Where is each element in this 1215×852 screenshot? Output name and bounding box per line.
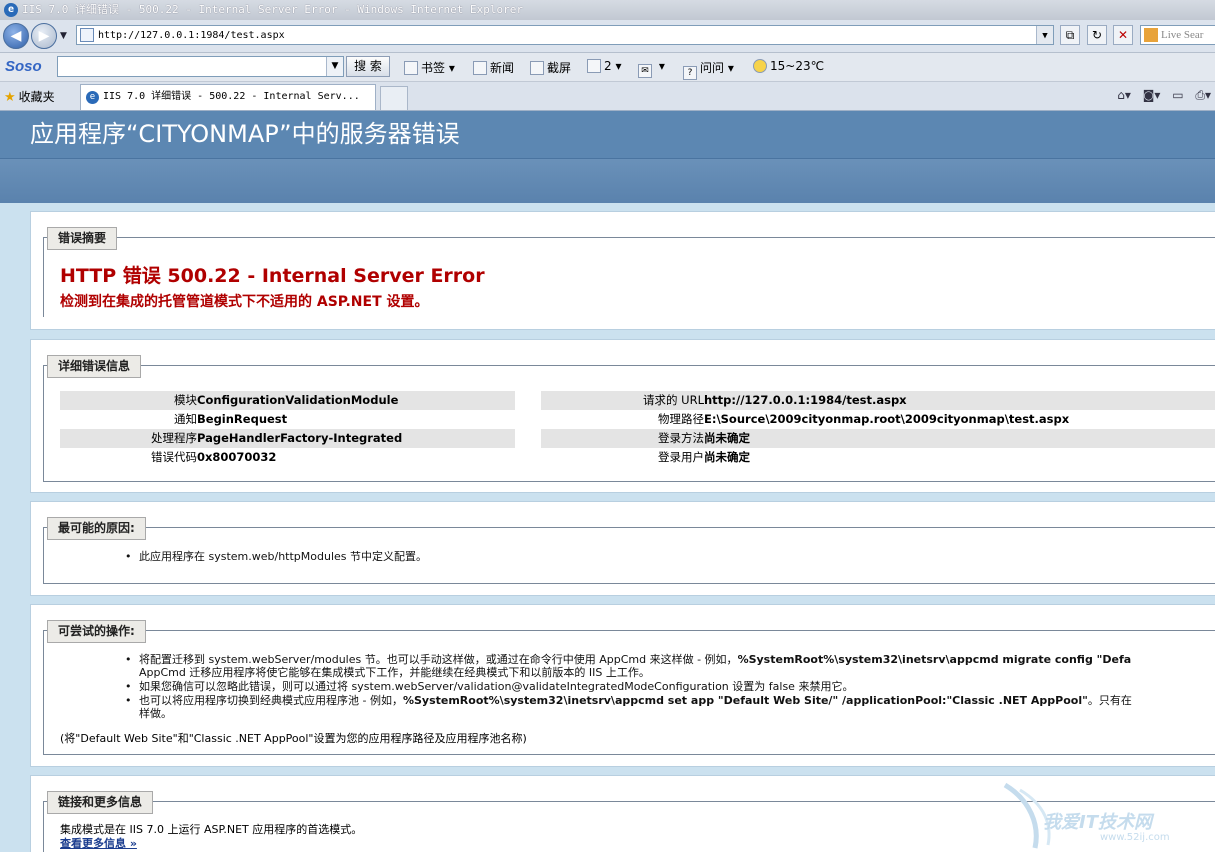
details-legend: 详细错误信息 <box>47 355 142 378</box>
news-icon <box>473 61 487 75</box>
watermark-logo: 我爱IT技术网 www.52ij.com <box>1000 780 1215 852</box>
detail-row: 登录方法尚未确定 <box>541 429 1215 448</box>
list-item: • 如果您确信可以忽略此错误，则可以通过将 system.webServer/va… <box>125 680 854 693</box>
mail-icon: ✉ <box>638 64 652 78</box>
print-icon[interactable]: ⎙▾ <box>1195 88 1211 102</box>
question-button[interactable]: ? 问问 ▾ <box>683 59 734 80</box>
back-button[interactable]: ◀ <box>3 23 29 49</box>
ie-logo-icon: e <box>4 3 18 17</box>
address-toolbar: ◀ ▶ ▼ http://127.0.0.1:1984/test.aspx ▼ … <box>0 20 1215 53</box>
actions-note: (将"Default Web Site"和"Classic .NET AppPo… <box>60 732 527 745</box>
list-item: • 将配置迁移到 system.webServer/modules 节。也可以手动… <box>125 653 1132 679</box>
command-bar: ⌂▾ ◙▾ ▭ ⎙▾ <box>1109 88 1211 103</box>
address-input[interactable]: http://127.0.0.1:1984/test.aspx ▼ <box>76 25 1054 45</box>
actions-legend: 可尝试的操作: <box>47 620 146 643</box>
detail-row: 登录用户尚未确定 <box>658 450 750 464</box>
feeds-icon[interactable]: ◙▾ <box>1143 88 1161 102</box>
history-dropdown-icon[interactable]: ▼ <box>60 31 67 41</box>
detail-row: 模块ConfigurationValidationModule <box>60 391 515 410</box>
bookmark-button[interactable]: 书签 ▾ <box>404 59 455 76</box>
screenshot-button[interactable]: 截屏 <box>530 59 571 76</box>
live-search-input[interactable]: Live Sear <box>1140 25 1215 45</box>
compatibility-icon[interactable]: ⧉ <box>1060 25 1080 45</box>
weibo-icon <box>587 59 601 73</box>
new-tab-button[interactable] <box>380 86 408 110</box>
read-mail-icon[interactable]: ▭ <box>1172 88 1183 102</box>
soso-logo: Soso <box>5 58 42 75</box>
more-info-link[interactable]: 查看更多信息 » <box>60 835 137 851</box>
detail-row: 错误代码0x80070032 <box>151 450 277 464</box>
summary-panel: 错误摘要 HTTP 错误 500.22 - Internal Server Er… <box>30 211 1215 330</box>
question-icon: ? <box>683 66 697 80</box>
home-icon[interactable]: ⌂▾ <box>1117 88 1131 102</box>
causes-panel: 最可能的原因: • 此应用程序在 system.web/httpModules 节… <box>30 501 1215 596</box>
weather-icon <box>753 59 767 73</box>
ie-tab-icon: e <box>86 91 99 104</box>
stop-icon[interactable]: ✕ <box>1113 25 1133 45</box>
detail-row: 通知BeginRequest <box>174 412 288 426</box>
header-band <box>0 158 1215 203</box>
screenshot-icon <box>530 61 544 75</box>
favorites-button[interactable]: ★ 收藏夹 <box>4 88 55 105</box>
soso-toolbar: Soso ▼ 搜 索 书签 ▾ 新闻 截屏 2 ▾ ✉ ▾ ? 问问 ▾ 15~2… <box>0 53 1215 82</box>
list-item: • 此应用程序在 system.web/httpModules 节中定义配置。 <box>125 550 428 563</box>
soso-search-input[interactable]: ▼ <box>57 56 344 77</box>
page-content: 应用程序“CITYONMAP”中的服务器错误 错误摘要 HTTP 错误 500.… <box>0 111 1215 852</box>
watermark-url: www.52ij.com <box>1100 832 1170 843</box>
links-legend: 链接和更多信息 <box>47 791 154 814</box>
summary-legend: 错误摘要 <box>47 227 118 250</box>
page-icon <box>80 28 94 42</box>
details-panel: 详细错误信息 模块ConfigurationValidationModule 通… <box>30 339 1215 493</box>
tab-bar: ★ 收藏夹 e IIS 7.0 详细错误 - 500.22 - Internal S… <box>0 82 1215 111</box>
soso-dropdown-icon[interactable]: ▼ <box>326 57 343 76</box>
detail-row: 请求的 URLhttp://127.0.0.1:1984/test.aspx <box>541 391 1215 410</box>
bookmark-icon <box>404 61 418 75</box>
mail-button[interactable]: ✉ ▾ <box>638 59 665 78</box>
soso-search-button[interactable]: 搜 索 <box>346 56 390 77</box>
list-item: • 也可以将应用程序切换到经典模式应用程序池 - 例如，%SystemRoot%\… <box>125 694 1132 720</box>
address-dropdown-icon[interactable]: ▼ <box>1036 26 1053 44</box>
live-search-icon <box>1144 28 1158 42</box>
watermark-text: 我爱IT技术网 <box>1043 812 1152 833</box>
actions-panel: 可尝试的操作: • 将配置迁移到 system.webServer/modules… <box>30 604 1215 767</box>
refresh-icon[interactable]: ↻ <box>1087 25 1107 45</box>
error-subtitle: 检测到在集成的托管管道模式下不适用的 ASP.NET 设置。 <box>60 294 429 310</box>
forward-button[interactable]: ▶ <box>31 23 57 49</box>
weather-button[interactable]: 15~23℃ <box>753 59 824 73</box>
page-title: 应用程序“CITYONMAP”中的服务器错误 <box>0 111 1215 158</box>
causes-legend: 最可能的原因: <box>47 517 146 540</box>
window-title: IIS 7.0 详细错误 - 500.22 - Internal Server … <box>22 3 523 16</box>
star-icon: ★ <box>4 90 16 105</box>
address-url: http://127.0.0.1:1984/test.aspx <box>98 30 285 41</box>
news-button[interactable]: 新闻 <box>473 59 514 76</box>
detail-row: 物理路径E:\Source\2009cityonmap.root\2009cit… <box>658 412 1070 426</box>
tab-active[interactable]: e IIS 7.0 详细错误 - 500.22 - Internal Serv..… <box>80 84 376 110</box>
error-title: HTTP 错误 500.22 - Internal Server Error <box>60 265 485 287</box>
detail-row: 处理程序PageHandlerFactory-Integrated <box>60 429 515 448</box>
window-titlebar: e IIS 7.0 详细错误 - 500.22 - Internal Server… <box>0 0 1215 20</box>
weibo-button[interactable]: 2 ▾ <box>587 59 621 73</box>
